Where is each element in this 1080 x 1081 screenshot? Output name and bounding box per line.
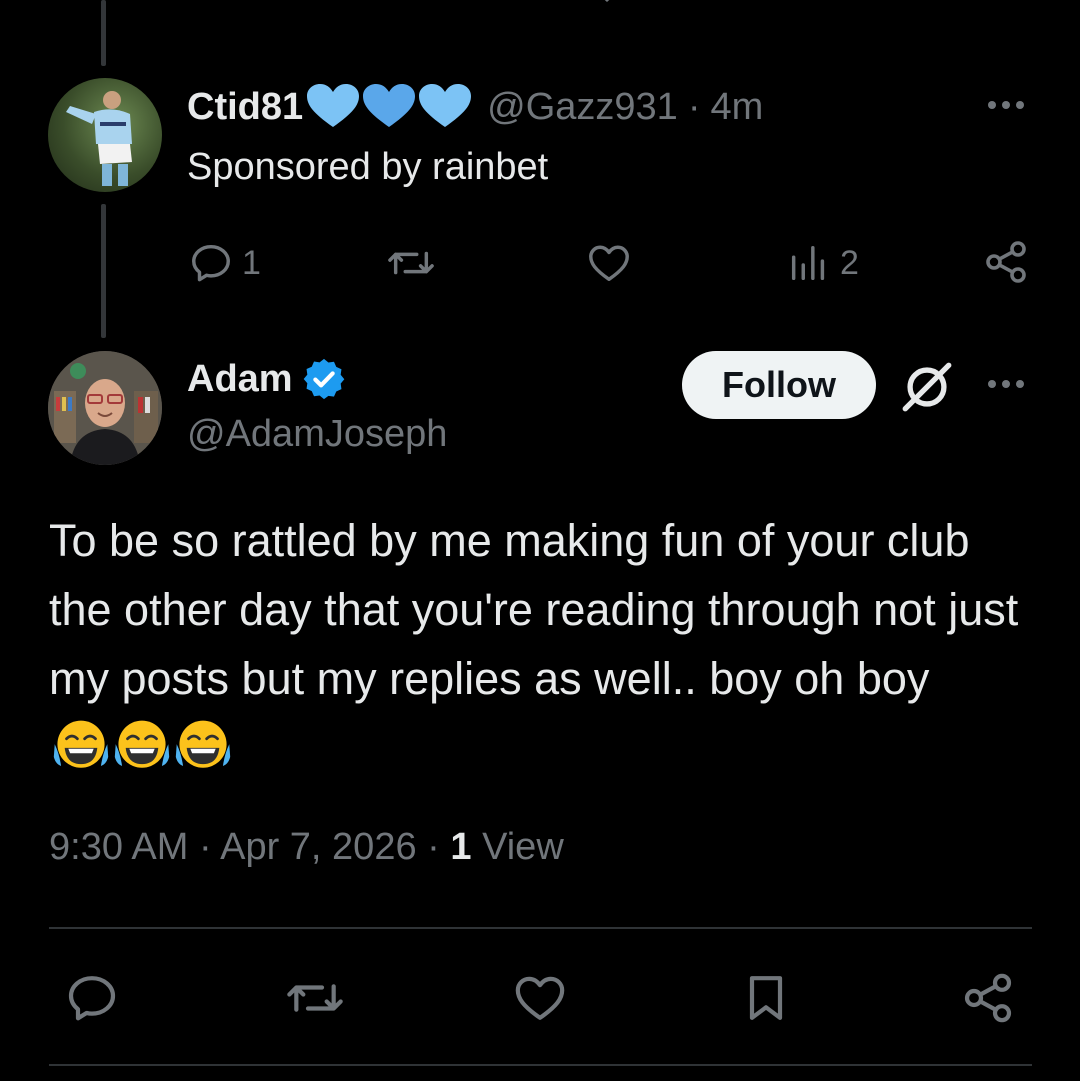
post-date[interactable]: Apr 7, 2026 [220,826,416,868]
reply-view-count: 2 [840,243,859,282]
blue-heart-badges [305,83,473,131]
post-time[interactable]: 9:30 AM [49,826,188,868]
post-action-like[interactable] [512,970,568,1026]
post-header: Adam [187,356,347,402]
reply-action-reply[interactable]: 1 [188,240,261,286]
more-icon [988,101,996,109]
reply-display-name[interactable]: Ctid81 [187,86,303,129]
post-action-share[interactable] [960,970,1016,1026]
reply-action-views[interactable]: 2 [786,240,859,286]
meta-separator: · [427,826,440,868]
reply-time[interactable]: 4m [710,86,763,129]
reply-count: 1 [242,243,261,282]
bookmark-icon [749,976,783,1020]
post-body: To be so rattled by me making fun of you… [49,506,1039,782]
face-with-tears-of-joy-icon [175,720,231,768]
heart-icon[interactable] [592,0,622,10]
divider [49,927,1032,929]
verified-badge-icon[interactable] [301,356,347,402]
reply-action-like[interactable] [586,240,632,286]
face-with-tears-of-joy-icon [53,720,109,768]
avatar-ctid81[interactable] [48,78,162,192]
heart-icon [515,976,565,1020]
post-meta: 9:30 AM · Apr 7, 2026 · 1 View [49,826,564,869]
share-icon [986,241,1026,283]
reply-action-share[interactable] [982,238,1030,286]
thread-line-top [101,0,106,66]
analytics-icon[interactable] [788,0,828,10]
blue-heart-icon [419,84,472,127]
profile-photo [48,351,162,465]
thread-line-bottom [101,204,106,338]
footballer-photo [66,91,132,186]
post-action-repost[interactable] [284,970,346,1026]
more-icon [988,380,996,388]
blue-heart-icon [363,84,416,127]
reply-icon [192,244,230,282]
reply-separator: · [687,85,701,128]
post-handle[interactable]: @AdamJoseph [187,413,447,456]
share-icon[interactable] [1002,0,1032,10]
post-more-button[interactable] [988,380,1024,388]
reply-header: Ctid81 @Gazz931 · 4m [187,82,763,132]
post-view-count[interactable]: 1 [450,826,471,868]
reply-action-repost[interactable] [386,240,436,286]
meta-separator: · [198,826,212,868]
emoji-group [49,720,232,773]
avatar-adam[interactable] [48,351,162,465]
grok-icon[interactable] [898,358,956,416]
repost-icon [287,984,343,1012]
reply-handle[interactable]: @Gazz931 [487,86,678,129]
analytics-icon [791,245,825,281]
follow-button[interactable]: Follow [682,351,876,419]
reply-text: Sponsored by rainbet [187,146,549,188]
face-with-tears-of-joy-icon [114,720,170,768]
post-action-reply[interactable] [64,970,120,1026]
reply-more-button[interactable] [988,101,1024,109]
repost-icon[interactable] [390,0,434,10]
bottom-divider [49,1064,1032,1066]
post-action-bookmark[interactable] [738,970,794,1026]
reply-icon[interactable] [200,0,230,10]
blue-heart-icon [307,84,360,127]
share-icon [964,973,1012,1023]
post-display-name[interactable]: Adam [187,358,293,401]
heart-icon [589,245,629,282]
reply-icon [68,976,116,1021]
repost-icon [388,251,434,275]
post-text: To be so rattled by me making fun of you… [49,515,1019,704]
post-view-label[interactable]: View [482,826,564,868]
